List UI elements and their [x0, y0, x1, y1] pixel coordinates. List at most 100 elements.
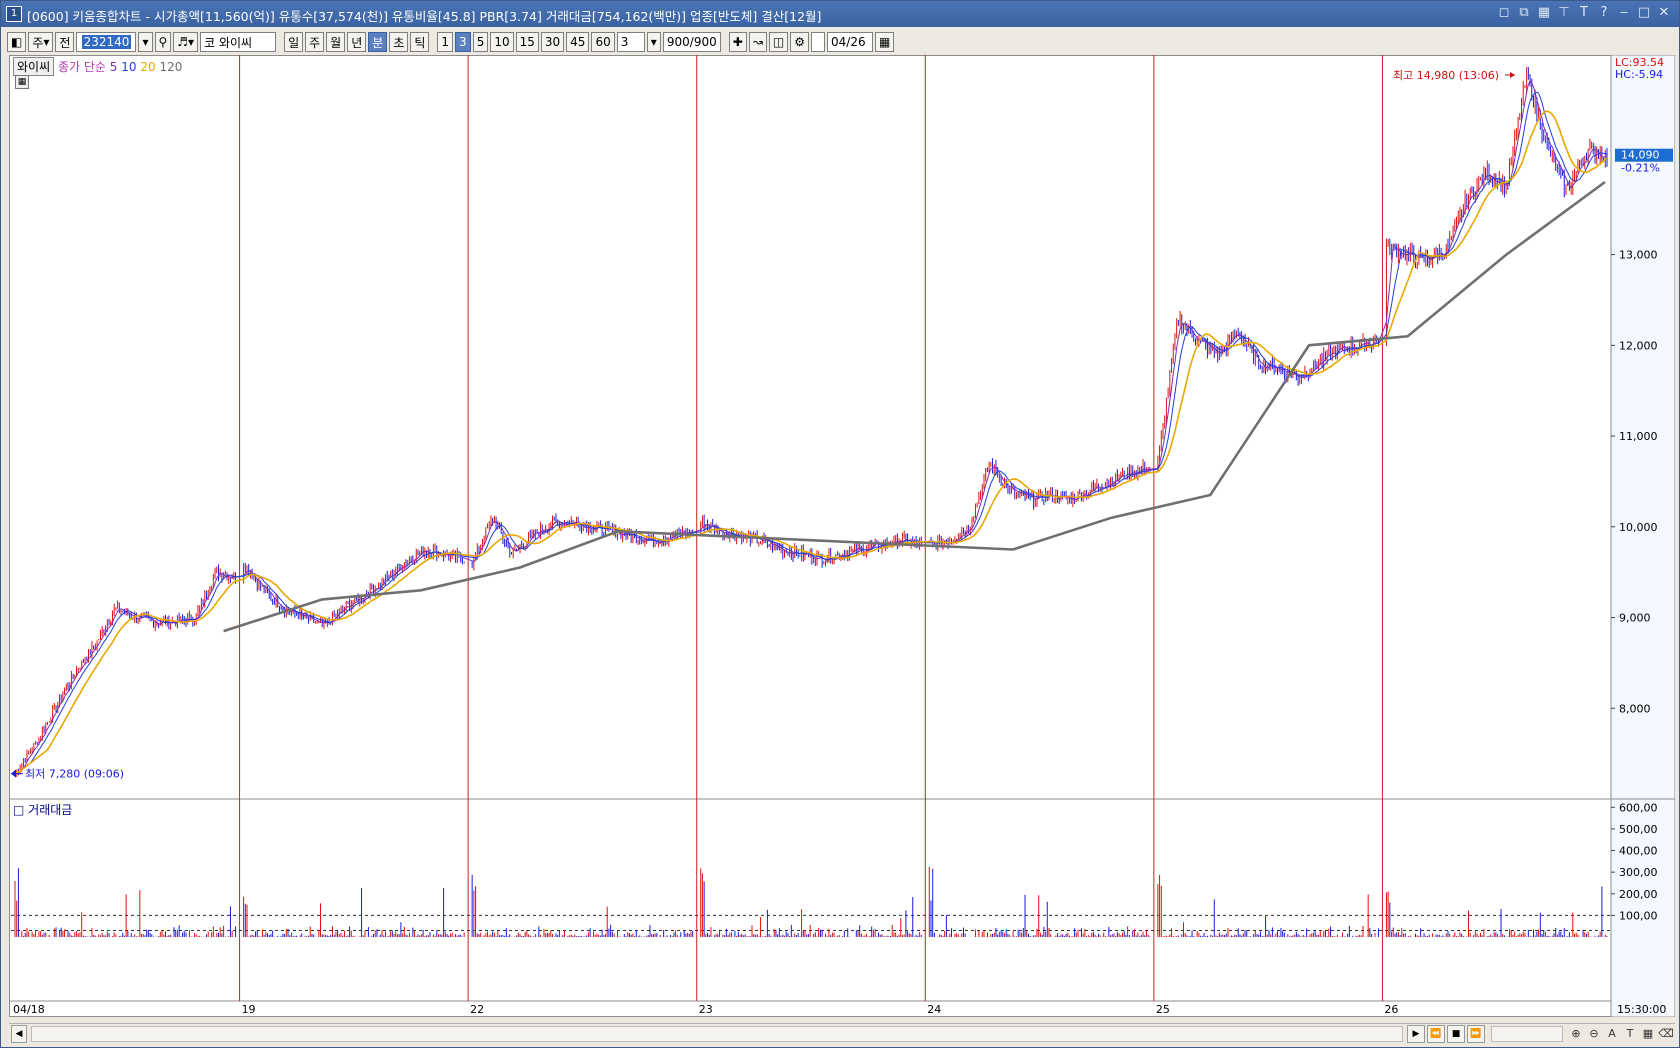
custom-interval-input[interactable]: 3: [616, 32, 645, 52]
hc-label: HC:-5.94: [1615, 68, 1663, 81]
volume-tick-label: 300,00: [1619, 866, 1658, 879]
price-tick-label: 8,000: [1619, 702, 1651, 715]
link-icon[interactable]: ⧉: [1517, 5, 1531, 21]
high-label: 최고 14,980 (13:06): [1393, 69, 1499, 82]
sound-icon[interactable]: ♬▾: [173, 32, 199, 52]
minute-3[interactable]: 3: [455, 32, 471, 52]
window-title: [0600] 키움종합차트 - 시가총액[11,560(억)] 유통수[37,5…: [27, 9, 822, 24]
price-tick-label: 9,000: [1619, 612, 1651, 625]
bottom-bar: ◀ ▶ ⏪ ■ ⏩ ⊕ ⊖ A T ▦ ⌫: [9, 1023, 1675, 1044]
ma-120-label: 120: [159, 60, 183, 74]
ma-10-line: [14, 91, 1608, 775]
calendar-icon[interactable]: ▦: [875, 32, 895, 52]
stop-icon[interactable]: ■: [1447, 1025, 1465, 1043]
minute-15[interactable]: 15: [515, 32, 539, 52]
ma-20-line: [14, 110, 1608, 775]
date-label: 24: [927, 1003, 941, 1016]
volume-tick-label: 500,00: [1619, 823, 1658, 836]
code-dropdown-icon[interactable]: ▾: [138, 32, 153, 52]
zoom-in-icon[interactable]: ⊕: [1567, 1026, 1585, 1042]
price-tick-label: 10,000: [1619, 521, 1658, 534]
ma-legend-title: 종가 단순: [57, 60, 106, 74]
tool-icon-grid[interactable]: ▦: [1639, 1026, 1657, 1042]
date-label: 22: [470, 1003, 484, 1016]
scroll-left-button[interactable]: ◀: [11, 1025, 27, 1043]
help-icon[interactable]: ?: [1597, 5, 1611, 21]
low-label: 최저 7,280 (09:06): [25, 768, 124, 781]
text-size-icon[interactable]: T: [1577, 5, 1591, 21]
price-tick-label: 13,000: [1619, 249, 1658, 262]
layout-icon[interactable]: ◧: [7, 32, 27, 52]
tool-icon-a[interactable]: A: [1603, 1026, 1621, 1042]
date-input[interactable]: 04/26: [827, 32, 873, 52]
zoom-out-icon[interactable]: ⊖: [1585, 1026, 1603, 1042]
current-price-label: 14,090: [1621, 149, 1660, 162]
all-select[interactable]: 전: [55, 32, 75, 52]
tab-day[interactable]: 일: [284, 32, 304, 52]
chart-legend: 와이씨 종가 단순 5 10 20 120: [13, 57, 182, 76]
minute-1[interactable]: 1: [437, 32, 454, 52]
tool-icon-t[interactable]: T: [1621, 1026, 1639, 1042]
forward-icon[interactable]: ⏩: [1467, 1025, 1485, 1043]
multi-window-icon[interactable]: ▦: [1537, 5, 1551, 21]
rewind-icon[interactable]: ⏪: [1427, 1025, 1445, 1043]
chart-scrollbar[interactable]: [31, 1026, 1403, 1042]
stock-name-field[interactable]: 코 와이씨: [200, 32, 277, 52]
stock-code-input[interactable]: 232140: [76, 32, 137, 52]
save-icon[interactable]: ◫: [768, 32, 789, 52]
tab-second[interactable]: 초: [389, 32, 409, 52]
zoom-slider[interactable]: [1491, 1026, 1563, 1042]
ma-5-label: 5: [109, 60, 118, 74]
ma-5-line: [14, 79, 1608, 775]
volume-tick-label: 200,00: [1619, 888, 1658, 901]
tool-icon-eraser[interactable]: ⌫: [1657, 1026, 1675, 1042]
high-arrow-head: [1510, 71, 1515, 78]
table-icon[interactable]: ▦: [15, 75, 29, 89]
minute-60[interactable]: 60: [591, 32, 615, 52]
ma-10-label: 10: [121, 60, 137, 74]
stock-chart[interactable]: 04/18 19 22 23 24 25 26 15:30:00 8,000 9,000 10,00…: [9, 55, 1675, 1017]
minute-5[interactable]: 5: [472, 32, 489, 52]
current-change-label: -0.21%: [1621, 162, 1660, 175]
minimize-button[interactable]: ‒: [1617, 5, 1631, 21]
title-bar: 1 [0600] 키움종합차트 - 시가총액[11,560(억)] 유통수[37…: [1, 1, 1679, 27]
maximize-button[interactable]: □: [1637, 5, 1651, 21]
tab-tick[interactable]: 틱: [410, 32, 430, 52]
minute-10[interactable]: 10: [490, 32, 514, 52]
volume-tick-label: 600,00: [1619, 801, 1658, 814]
scroll-end-icon[interactable]: ▶: [1407, 1025, 1425, 1043]
date-label: 26: [1384, 1003, 1398, 1016]
chart-toolbar: ◧ 주 ▾ 전 232140 ▾ ⚲ ♬▾ 코 와이씨 일 주 월 년 분 초 틱…: [7, 31, 1675, 53]
price-tick-label: 12,000: [1619, 339, 1658, 352]
volume-tick-label: 400,00: [1619, 845, 1658, 858]
stock-name-pill[interactable]: 와이씨: [13, 57, 55, 76]
custom-interval-dropdown-icon[interactable]: ▾: [646, 32, 661, 52]
tab-week[interactable]: 주: [305, 32, 325, 52]
time-label: 15:30:00: [1617, 1003, 1666, 1016]
bar-count-input[interactable]: 900/900: [662, 32, 721, 52]
close-button[interactable]: ✕: [1657, 5, 1671, 21]
minute-45[interactable]: 45: [566, 32, 590, 52]
pin-icon[interactable]: ⊤: [1557, 5, 1571, 21]
settings-gear-icon[interactable]: ⚙: [790, 32, 809, 52]
ma-20-label: 20: [140, 60, 156, 74]
date-label: 19: [242, 1003, 256, 1016]
trendline-icon[interactable]: ↝: [748, 32, 767, 52]
tab-month[interactable]: 월: [326, 32, 346, 52]
date-checkbox[interactable]: [811, 32, 825, 52]
crosshair-icon[interactable]: ✚: [728, 32, 747, 52]
market-select[interactable]: 주 ▾: [28, 32, 54, 52]
volume-title: □ 거래대금: [13, 803, 73, 817]
date-label: 04/18: [13, 1003, 45, 1016]
search-icon[interactable]: ⚲: [154, 32, 172, 52]
price-tick-label: 11,000: [1619, 430, 1658, 443]
tab-minute[interactable]: 분: [368, 32, 388, 52]
window-icon[interactable]: 1: [6, 6, 22, 22]
minute-30[interactable]: 30: [540, 32, 565, 52]
chart-window: 1 [0600] 키움종합차트 - 시가총액[11,560(억)] 유통수[37…: [0, 0, 1680, 1048]
tab-year[interactable]: 년: [347, 32, 367, 52]
date-label: 23: [699, 1003, 713, 1016]
date-label: 25: [1156, 1003, 1170, 1016]
restore-layout-icon[interactable]: ◻: [1497, 5, 1511, 21]
volume-tick-label: 100,00: [1619, 909, 1658, 922]
